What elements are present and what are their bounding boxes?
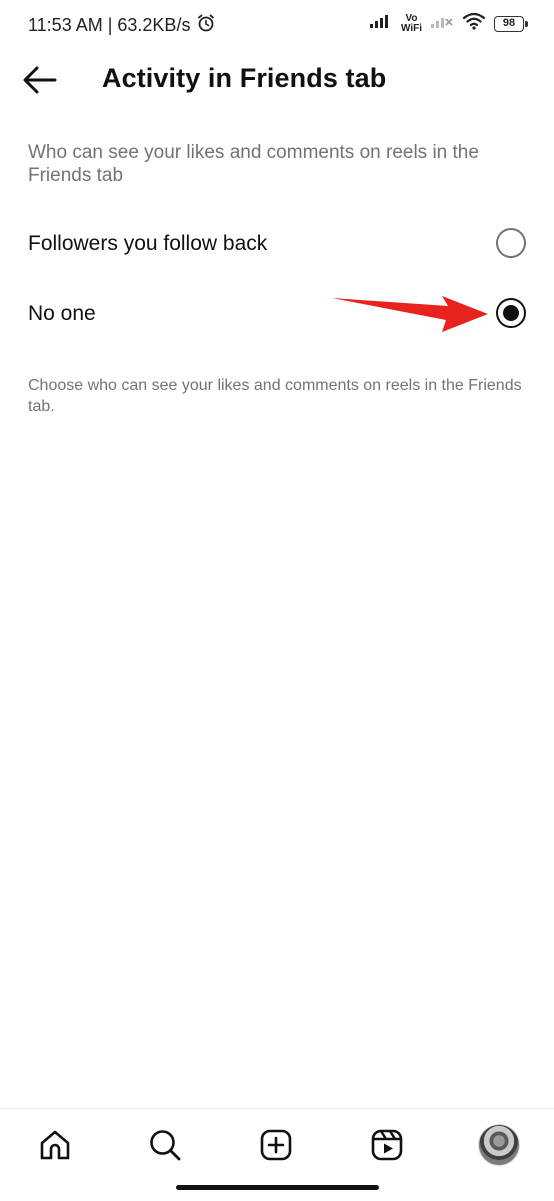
signal-off-icon xyxy=(430,13,454,34)
nav-create[interactable] xyxy=(256,1125,296,1165)
status-time-speed: 11:53 AM | 63.2KB/s xyxy=(28,15,191,35)
option-label: No one xyxy=(28,302,96,325)
status-right: Vo WiFi 98 xyxy=(369,12,528,35)
search-icon xyxy=(150,1130,181,1161)
radio-button-unselected[interactable] xyxy=(496,228,526,258)
back-button[interactable] xyxy=(22,64,58,96)
create-icon xyxy=(260,1129,292,1161)
status-left: 11:53 AM | 63.2KB/s xyxy=(28,13,216,38)
arrow-left-icon xyxy=(23,66,57,94)
profile-avatar[interactable] xyxy=(478,1124,520,1166)
header: Activity in Friends tab xyxy=(0,52,554,108)
nav-reels[interactable] xyxy=(367,1125,407,1165)
radio-dot xyxy=(502,304,519,321)
nav-search[interactable] xyxy=(145,1125,185,1165)
helper-text: Choose who can see your likes and commen… xyxy=(28,377,522,415)
option-followers-you-follow-back[interactable]: Followers you follow back xyxy=(0,216,554,276)
battery-icon: 98 xyxy=(494,15,528,32)
vowifi-icon: Vo WiFi xyxy=(400,13,422,34)
vowifi-bottom: WiFi xyxy=(400,22,422,34)
section-heading: Who can see your likes and comments on r… xyxy=(28,142,479,186)
option-label: Followers you follow back xyxy=(28,232,268,255)
wifi-icon xyxy=(462,12,486,35)
nav-home[interactable] xyxy=(35,1125,75,1165)
reels-icon xyxy=(371,1129,403,1161)
page-title: Activity in Friends tab xyxy=(102,63,387,93)
option-no-one[interactable]: No one xyxy=(0,286,554,346)
home-indicator xyxy=(176,1185,379,1190)
status-bar: 11:53 AM | 63.2KB/s Vo WiFi 98 xyxy=(0,0,554,48)
alarm-icon xyxy=(196,13,216,38)
home-icon xyxy=(40,1130,70,1160)
battery-level: 98 xyxy=(502,16,516,29)
radio-button-selected[interactable] xyxy=(496,298,526,328)
signal-icon xyxy=(369,13,393,34)
